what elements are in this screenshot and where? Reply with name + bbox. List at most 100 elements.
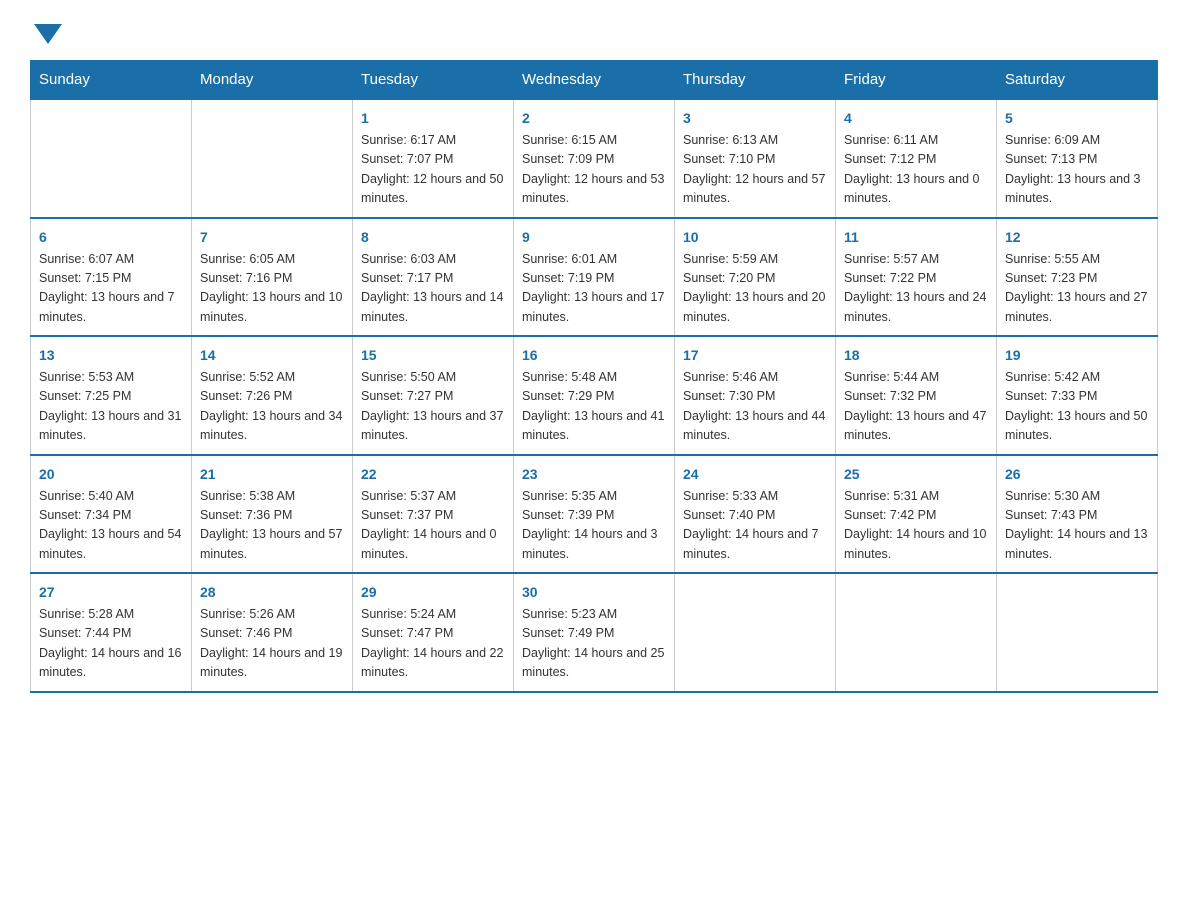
day-info: Sunrise: 5:24 AMSunset: 7:47 PMDaylight:… [361, 605, 505, 683]
day-info: Sunrise: 5:40 AMSunset: 7:34 PMDaylight:… [39, 487, 183, 565]
day-info: Sunrise: 5:23 AMSunset: 7:49 PMDaylight:… [522, 605, 666, 683]
calendar-cell [836, 573, 997, 692]
calendar-cell: 26Sunrise: 5:30 AMSunset: 7:43 PMDayligh… [997, 455, 1158, 574]
day-info: Sunrise: 6:11 AMSunset: 7:12 PMDaylight:… [844, 131, 988, 209]
day-number: 14 [200, 345, 344, 366]
calendar-cell: 11Sunrise: 5:57 AMSunset: 7:22 PMDayligh… [836, 218, 997, 337]
day-info: Sunrise: 5:31 AMSunset: 7:42 PMDaylight:… [844, 487, 988, 565]
calendar-cell: 7Sunrise: 6:05 AMSunset: 7:16 PMDaylight… [192, 218, 353, 337]
day-info: Sunrise: 5:44 AMSunset: 7:32 PMDaylight:… [844, 368, 988, 446]
day-info: Sunrise: 6:05 AMSunset: 7:16 PMDaylight:… [200, 250, 344, 328]
day-number: 7 [200, 227, 344, 248]
day-of-week-header: Saturday [997, 61, 1158, 100]
day-number: 29 [361, 582, 505, 603]
day-info: Sunrise: 5:59 AMSunset: 7:20 PMDaylight:… [683, 250, 827, 328]
day-info: Sunrise: 5:28 AMSunset: 7:44 PMDaylight:… [39, 605, 183, 683]
day-info: Sunrise: 5:33 AMSunset: 7:40 PMDaylight:… [683, 487, 827, 565]
day-number: 25 [844, 464, 988, 485]
day-info: Sunrise: 5:55 AMSunset: 7:23 PMDaylight:… [1005, 250, 1149, 328]
calendar-cell [675, 573, 836, 692]
calendar-cell: 3Sunrise: 6:13 AMSunset: 7:10 PMDaylight… [675, 99, 836, 218]
calendar-cell: 5Sunrise: 6:09 AMSunset: 7:13 PMDaylight… [997, 99, 1158, 218]
calendar-cell [997, 573, 1158, 692]
day-info: Sunrise: 6:13 AMSunset: 7:10 PMDaylight:… [683, 131, 827, 209]
day-info: Sunrise: 5:35 AMSunset: 7:39 PMDaylight:… [522, 487, 666, 565]
day-number: 20 [39, 464, 183, 485]
calendar-cell: 17Sunrise: 5:46 AMSunset: 7:30 PMDayligh… [675, 336, 836, 455]
calendar-cell: 2Sunrise: 6:15 AMSunset: 7:09 PMDaylight… [514, 99, 675, 218]
calendar-cell: 8Sunrise: 6:03 AMSunset: 7:17 PMDaylight… [353, 218, 514, 337]
calendar-week-row: 13Sunrise: 5:53 AMSunset: 7:25 PMDayligh… [31, 336, 1158, 455]
calendar-cell: 13Sunrise: 5:53 AMSunset: 7:25 PMDayligh… [31, 336, 192, 455]
day-number: 19 [1005, 345, 1149, 366]
day-info: Sunrise: 6:07 AMSunset: 7:15 PMDaylight:… [39, 250, 183, 328]
calendar-week-row: 20Sunrise: 5:40 AMSunset: 7:34 PMDayligh… [31, 455, 1158, 574]
day-info: Sunrise: 5:37 AMSunset: 7:37 PMDaylight:… [361, 487, 505, 565]
day-number: 4 [844, 108, 988, 129]
day-of-week-header: Wednesday [514, 61, 675, 100]
calendar-cell: 15Sunrise: 5:50 AMSunset: 7:27 PMDayligh… [353, 336, 514, 455]
calendar-cell: 29Sunrise: 5:24 AMSunset: 7:47 PMDayligh… [353, 573, 514, 692]
day-number: 23 [522, 464, 666, 485]
day-number: 15 [361, 345, 505, 366]
day-number: 12 [1005, 227, 1149, 248]
day-info: Sunrise: 5:42 AMSunset: 7:33 PMDaylight:… [1005, 368, 1149, 446]
calendar-cell: 23Sunrise: 5:35 AMSunset: 7:39 PMDayligh… [514, 455, 675, 574]
day-number: 6 [39, 227, 183, 248]
day-info: Sunrise: 5:48 AMSunset: 7:29 PMDaylight:… [522, 368, 666, 446]
logo [30, 20, 62, 40]
day-of-week-header: Monday [192, 61, 353, 100]
page-header [30, 20, 1158, 40]
calendar-cell: 27Sunrise: 5:28 AMSunset: 7:44 PMDayligh… [31, 573, 192, 692]
logo-arrow-icon [34, 24, 62, 44]
day-of-week-header: Sunday [31, 61, 192, 100]
day-number: 3 [683, 108, 827, 129]
calendar-cell: 20Sunrise: 5:40 AMSunset: 7:34 PMDayligh… [31, 455, 192, 574]
calendar-cell: 16Sunrise: 5:48 AMSunset: 7:29 PMDayligh… [514, 336, 675, 455]
day-of-week-header: Thursday [675, 61, 836, 100]
calendar-cell: 24Sunrise: 5:33 AMSunset: 7:40 PMDayligh… [675, 455, 836, 574]
day-number: 18 [844, 345, 988, 366]
day-number: 16 [522, 345, 666, 366]
day-number: 11 [844, 227, 988, 248]
day-number: 17 [683, 345, 827, 366]
day-number: 5 [1005, 108, 1149, 129]
day-number: 1 [361, 108, 505, 129]
calendar-cell: 18Sunrise: 5:44 AMSunset: 7:32 PMDayligh… [836, 336, 997, 455]
calendar-cell: 25Sunrise: 5:31 AMSunset: 7:42 PMDayligh… [836, 455, 997, 574]
day-info: Sunrise: 6:03 AMSunset: 7:17 PMDaylight:… [361, 250, 505, 328]
day-info: Sunrise: 5:38 AMSunset: 7:36 PMDaylight:… [200, 487, 344, 565]
day-number: 8 [361, 227, 505, 248]
calendar-cell: 19Sunrise: 5:42 AMSunset: 7:33 PMDayligh… [997, 336, 1158, 455]
calendar-cell [192, 99, 353, 218]
day-number: 2 [522, 108, 666, 129]
calendar-cell: 12Sunrise: 5:55 AMSunset: 7:23 PMDayligh… [997, 218, 1158, 337]
day-info: Sunrise: 6:15 AMSunset: 7:09 PMDaylight:… [522, 131, 666, 209]
calendar-table: SundayMondayTuesdayWednesdayThursdayFrid… [30, 60, 1158, 693]
day-info: Sunrise: 5:50 AMSunset: 7:27 PMDaylight:… [361, 368, 505, 446]
calendar-cell: 22Sunrise: 5:37 AMSunset: 7:37 PMDayligh… [353, 455, 514, 574]
calendar-week-row: 27Sunrise: 5:28 AMSunset: 7:44 PMDayligh… [31, 573, 1158, 692]
day-number: 9 [522, 227, 666, 248]
calendar-cell: 9Sunrise: 6:01 AMSunset: 7:19 PMDaylight… [514, 218, 675, 337]
day-info: Sunrise: 6:09 AMSunset: 7:13 PMDaylight:… [1005, 131, 1149, 209]
day-info: Sunrise: 5:46 AMSunset: 7:30 PMDaylight:… [683, 368, 827, 446]
day-of-week-header: Tuesday [353, 61, 514, 100]
day-info: Sunrise: 5:30 AMSunset: 7:43 PMDaylight:… [1005, 487, 1149, 565]
calendar-header-row: SundayMondayTuesdayWednesdayThursdayFrid… [31, 61, 1158, 100]
day-info: Sunrise: 6:01 AMSunset: 7:19 PMDaylight:… [522, 250, 666, 328]
calendar-cell: 1Sunrise: 6:17 AMSunset: 7:07 PMDaylight… [353, 99, 514, 218]
day-info: Sunrise: 5:26 AMSunset: 7:46 PMDaylight:… [200, 605, 344, 683]
day-info: Sunrise: 5:53 AMSunset: 7:25 PMDaylight:… [39, 368, 183, 446]
day-number: 30 [522, 582, 666, 603]
calendar-cell: 6Sunrise: 6:07 AMSunset: 7:15 PMDaylight… [31, 218, 192, 337]
calendar-cell: 21Sunrise: 5:38 AMSunset: 7:36 PMDayligh… [192, 455, 353, 574]
day-number: 21 [200, 464, 344, 485]
calendar-cell: 10Sunrise: 5:59 AMSunset: 7:20 PMDayligh… [675, 218, 836, 337]
day-info: Sunrise: 6:17 AMSunset: 7:07 PMDaylight:… [361, 131, 505, 209]
day-number: 22 [361, 464, 505, 485]
calendar-cell: 4Sunrise: 6:11 AMSunset: 7:12 PMDaylight… [836, 99, 997, 218]
calendar-cell: 14Sunrise: 5:52 AMSunset: 7:26 PMDayligh… [192, 336, 353, 455]
calendar-week-row: 1Sunrise: 6:17 AMSunset: 7:07 PMDaylight… [31, 99, 1158, 218]
day-of-week-header: Friday [836, 61, 997, 100]
